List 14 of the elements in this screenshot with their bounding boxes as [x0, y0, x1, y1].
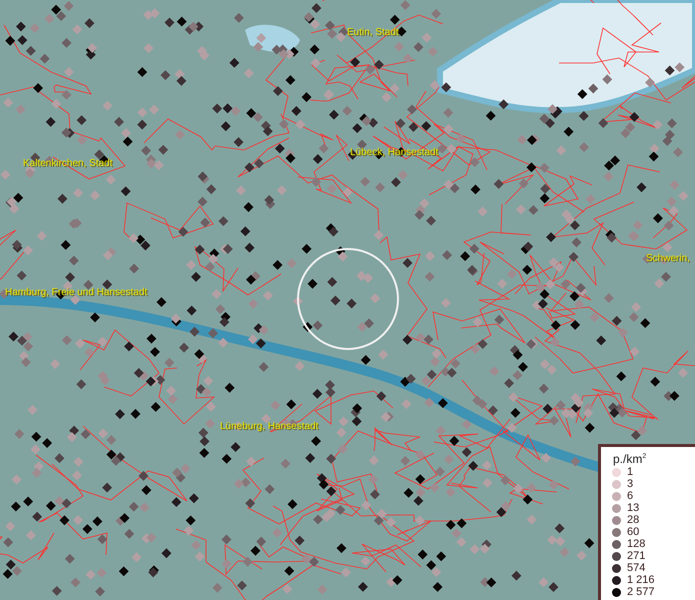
- legend-label: 128: [627, 538, 646, 550]
- legend-label: 60: [627, 526, 640, 538]
- legend-label: 6: [627, 490, 634, 502]
- legend-label: 13: [627, 502, 640, 514]
- legend-label: 574: [627, 562, 646, 574]
- legend-title: p./km$^{2}$: [613, 451, 648, 466]
- legend-label: 2 577: [627, 586, 655, 598]
- legend-label: 3: [627, 478, 634, 490]
- legend-label: 1: [627, 466, 634, 478]
- legend-label: 28: [627, 514, 640, 526]
- place-label: Schwerin,: [646, 253, 690, 264]
- selection-circle[interactable]: [297, 248, 399, 350]
- legend-label: 271: [627, 550, 646, 562]
- legend-label: 1 216: [627, 574, 655, 586]
